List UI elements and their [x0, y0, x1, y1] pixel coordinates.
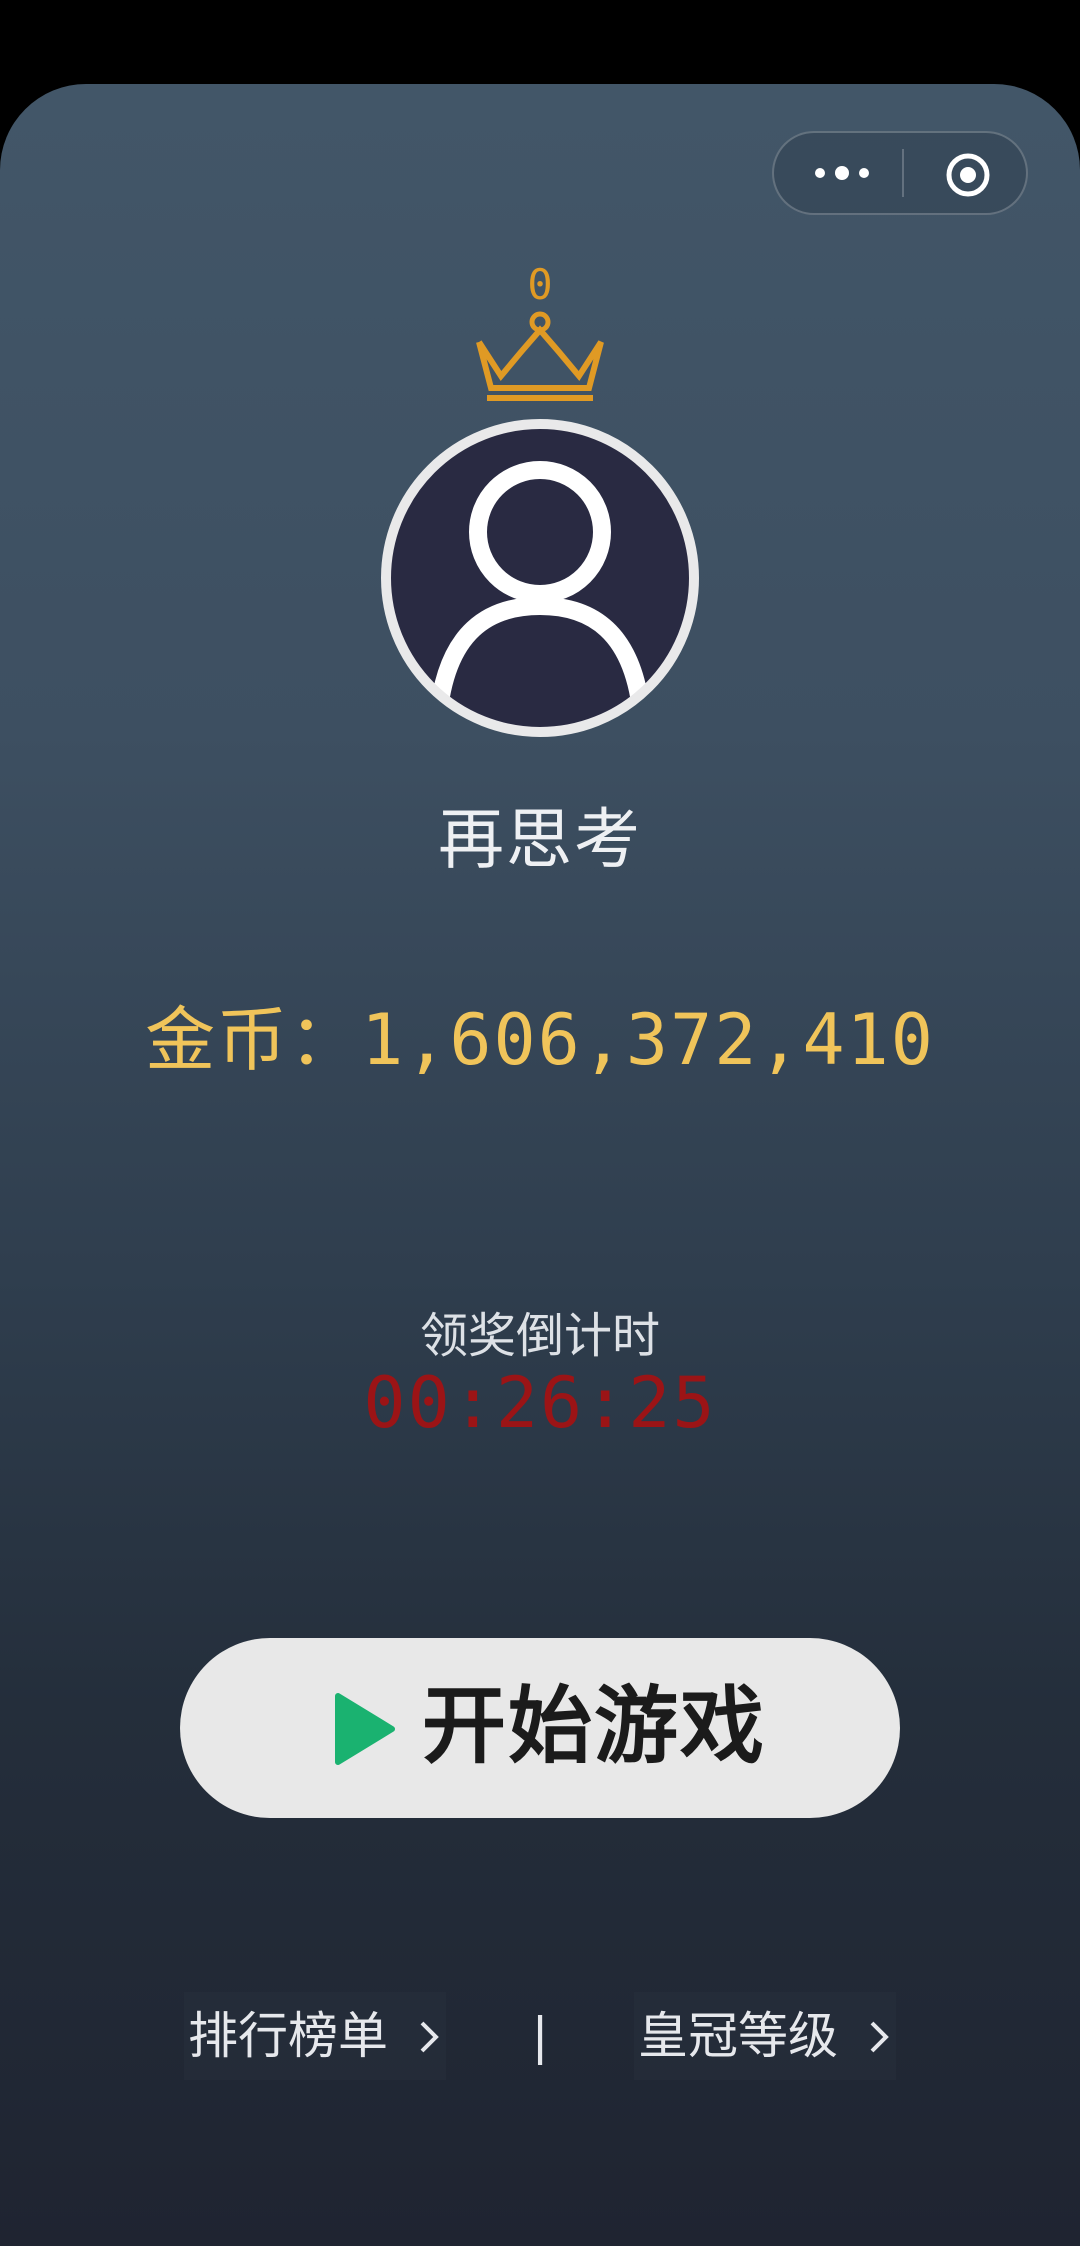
crown-level-label: 皇冠等级 [638, 2007, 838, 2065]
mini-program-capsule [772, 131, 1028, 215]
reward-countdown-time: 00:26:25 [363, 1362, 717, 1444]
reward-countdown-label: 领奖倒计时 [419, 1308, 660, 1364]
crown-level-link[interactable]: 皇冠等级 [634, 1992, 896, 2080]
link-separator: | [531, 2007, 549, 2065]
coin-label: 金币： [145, 999, 362, 1081]
coin-balance: 金币：1,606,372,410 [0, 984, 1080, 1085]
start-game-button[interactable]: 开始游戏 [180, 1638, 900, 1818]
crown-icon [476, 311, 604, 401]
more-dots-icon[interactable] [812, 161, 872, 185]
username: 再思考 [438, 801, 642, 878]
capsule-divider [902, 149, 904, 197]
chevron-right-icon [870, 2021, 889, 2053]
avatar[interactable] [380, 418, 700, 738]
chevron-right-icon [420, 2021, 439, 2053]
leaderboard-label: 排行榜单 [188, 2007, 388, 2065]
coin-value: 1,606,372,410 [361, 999, 935, 1081]
circle-target-icon[interactable] [944, 151, 992, 199]
leaderboard-link[interactable]: 排行榜单 [184, 1992, 446, 2080]
start-game-label: 开始游戏 [422, 1677, 767, 1775]
play-icon [335, 1693, 395, 1765]
game-home-screen: 0 再思考 金币：1,606,372,410 领奖倒计时 00:26:25 开始… [0, 84, 1080, 2246]
crown-level-number: 0 [527, 260, 553, 309]
